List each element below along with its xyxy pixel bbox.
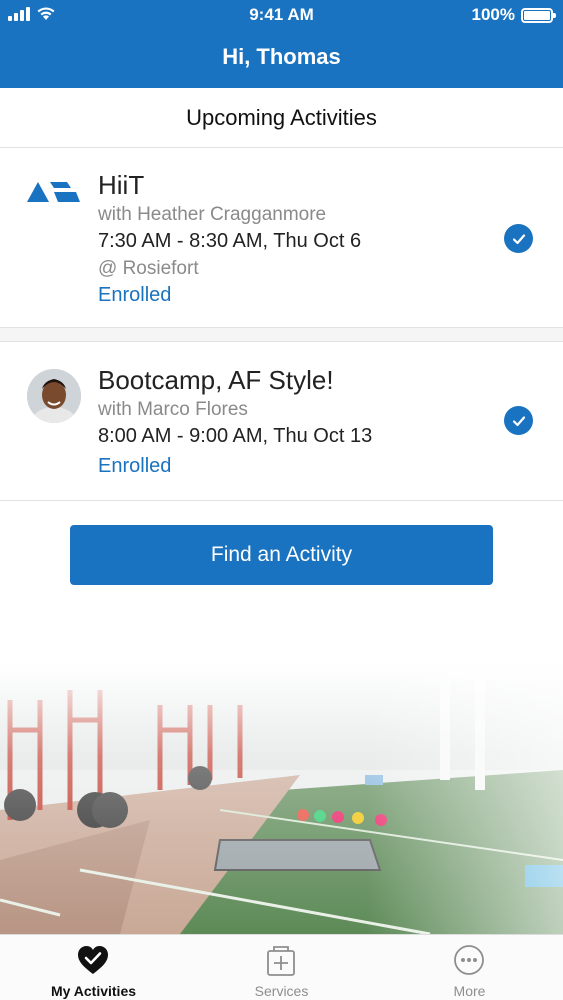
enrollment-status: Enrolled [98, 455, 172, 477]
enrolled-check-icon [504, 406, 533, 435]
instructor-avatar [27, 369, 81, 423]
gym-background-image [0, 660, 563, 934]
enrolled-check-icon [504, 224, 533, 253]
activity-card-hiit[interactable]: HiiT with Heather Cragganmore 7:30 AM - … [0, 148, 563, 328]
heart-check-icon [78, 946, 108, 974]
find-activity-button[interactable]: Find an Activity [70, 525, 493, 585]
activity-time: 8:00 AM - 9:00 AM, Thu Oct 13 [98, 425, 373, 447]
app-header: 9:41 AM 100% Hi, Thomas [0, 0, 563, 88]
tab-label: Services [254, 983, 309, 999]
tab-label: My Activities [50, 983, 137, 999]
activity-title: HiiT [98, 170, 145, 200]
activity-title: Bootcamp, AF Style! [98, 365, 334, 395]
activity-location: @ Rosiefort [98, 258, 199, 279]
brand-logo-icon [27, 182, 80, 202]
battery-icon [521, 7, 556, 23]
activity-instructor: with Heather Cragganmore [98, 204, 327, 225]
status-right: 100% [471, 5, 556, 25]
services-icon [267, 946, 295, 976]
activity-time: 7:30 AM - 8:30 AM, Thu Oct 6 [98, 230, 362, 252]
tab-my-activities[interactable]: My Activities [0, 935, 187, 1000]
greeting-title: Hi, Thomas [222, 44, 341, 69]
tab-bar: My Activities Services More [0, 934, 563, 1000]
tab-label: More [453, 983, 486, 999]
section-header: Upcoming Activities [0, 88, 563, 148]
tab-services[interactable]: Services [188, 935, 375, 1000]
battery-percent: 100% [471, 5, 515, 24]
tab-more[interactable]: More [376, 935, 563, 1000]
section-title: Upcoming Activities [186, 105, 377, 130]
activity-card-bootcamp[interactable]: Bootcamp, AF Style! with Marco Flores 8:… [0, 343, 563, 501]
status-bar: 9:41 AM 100% [0, 0, 563, 30]
card-divider [0, 328, 563, 342]
more-icon [454, 945, 484, 975]
activity-instructor: with Marco Flores [98, 399, 248, 420]
enrollment-status: Enrolled [98, 284, 172, 306]
